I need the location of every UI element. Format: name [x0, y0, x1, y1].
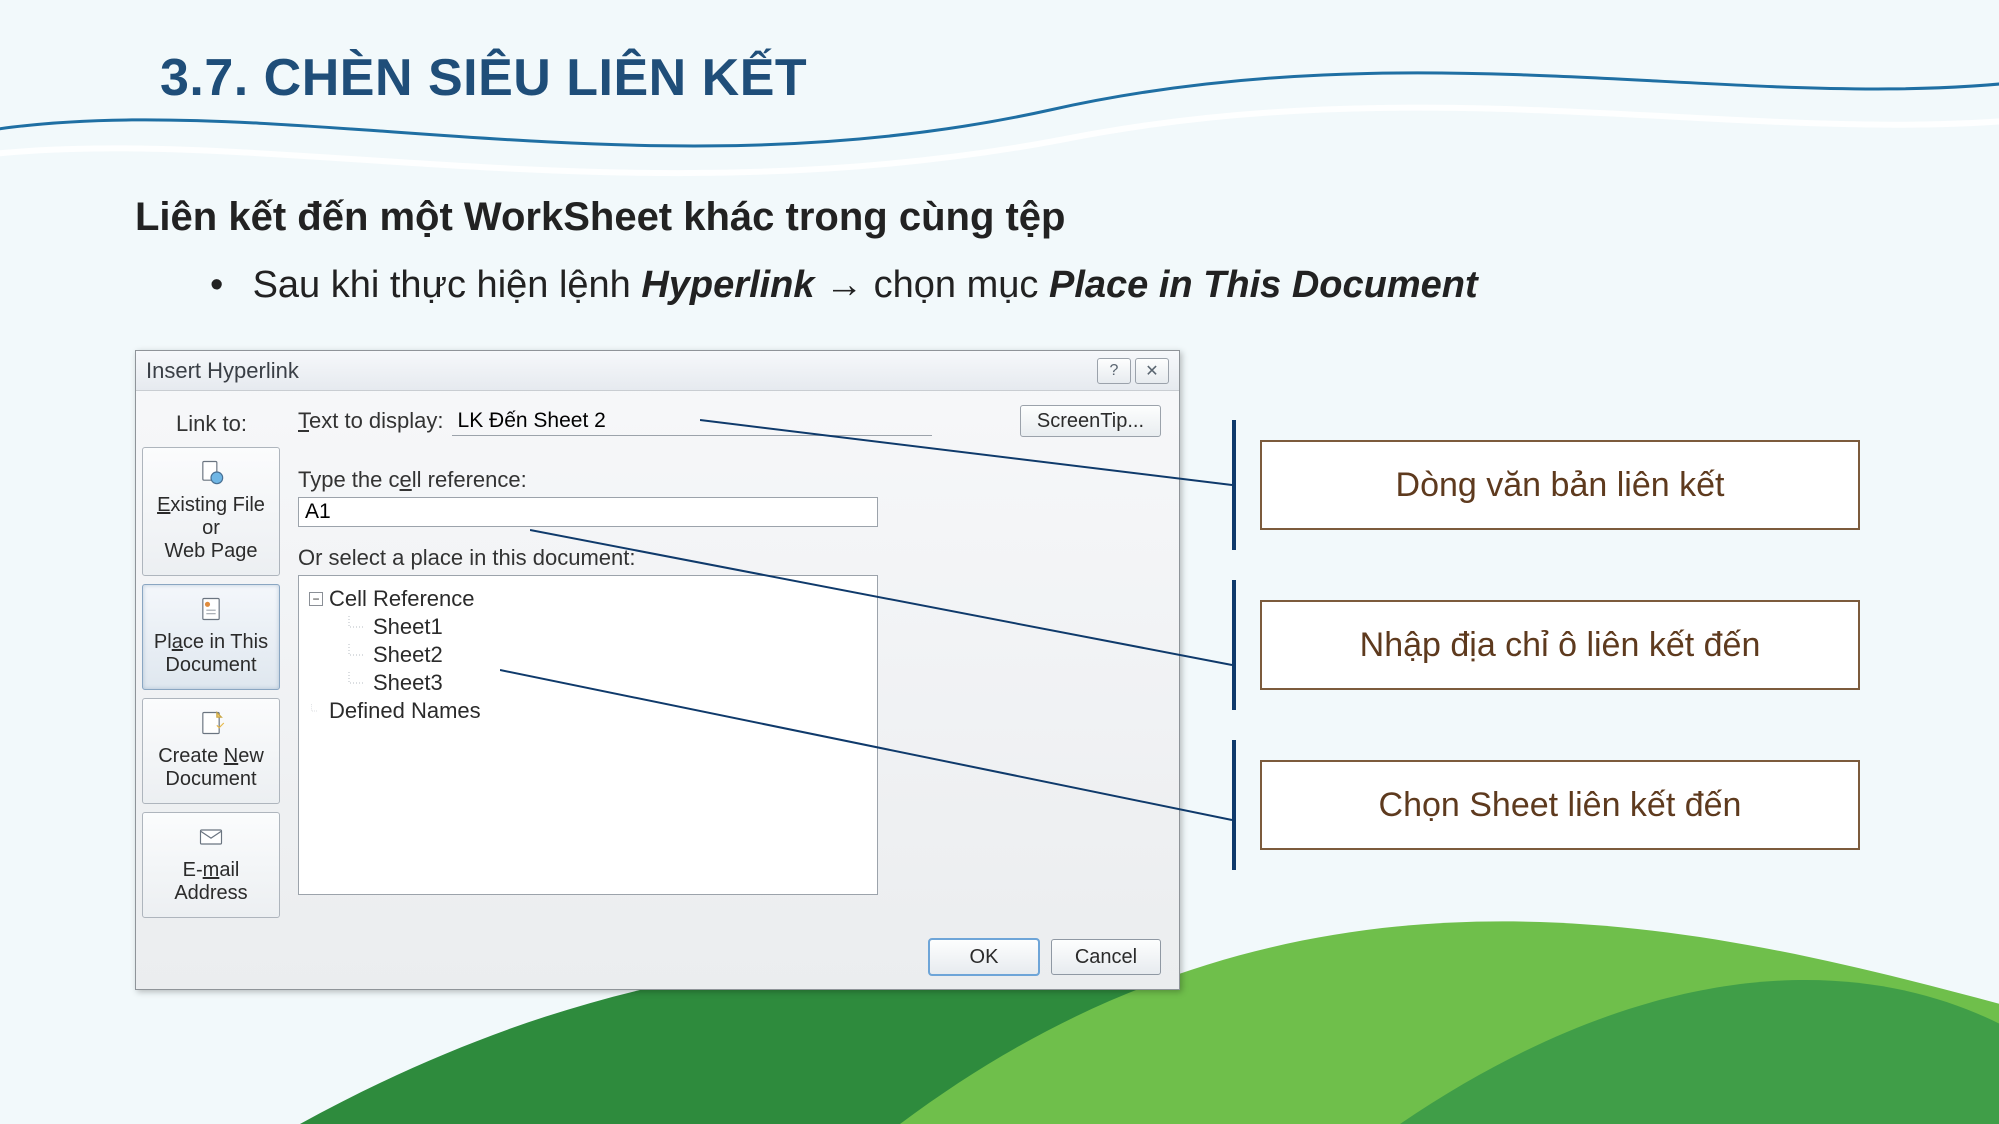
- callout-cell-reference: Nhập địa chỉ ô liên kết đến: [1260, 600, 1860, 690]
- document-target-icon: [197, 595, 225, 623]
- tree-cell-reference[interactable]: − Cell Reference: [305, 586, 871, 612]
- bullet-hyperlink-word: Hyperlink: [641, 264, 814, 306]
- callout-bar-1: [1232, 420, 1236, 550]
- new-document-icon: [197, 709, 225, 737]
- link-to-label: Link to:: [176, 411, 247, 437]
- place-in-this-document-button[interactable]: Place in This Document: [142, 584, 280, 690]
- tree-branch-icon: [345, 616, 367, 638]
- tree-sheet2[interactable]: Sheet2: [305, 642, 871, 668]
- cell-reference-label: Type the cell reference:: [298, 467, 1161, 493]
- text-to-display-label: Text to display:: [298, 408, 444, 434]
- collapse-icon[interactable]: −: [309, 592, 323, 606]
- ok-button[interactable]: OK: [929, 939, 1039, 975]
- bullet-text-1: Sau khi thực hiện lệnh: [253, 264, 642, 306]
- bullet-place-word: Place in This Document: [1049, 264, 1478, 306]
- slide-title: 3.7. CHÈN SIÊU LIÊN KẾT: [160, 48, 807, 108]
- callout-bar-2: [1232, 580, 1236, 710]
- callout-bar-3: [1232, 740, 1236, 870]
- tree-branch-icon: [309, 700, 323, 722]
- tree-sheet3[interactable]: Sheet3: [305, 670, 871, 696]
- create-new-document-button[interactable]: Create New Document: [142, 698, 280, 804]
- help-button[interactable]: ?: [1097, 358, 1131, 384]
- email-address-button[interactable]: E-mail Address: [142, 812, 280, 918]
- tree-defined-names[interactable]: Defined Names: [305, 698, 871, 724]
- envelope-icon: [197, 823, 225, 851]
- link-to-panel: EExisting File orxisting File or Web Pag…: [142, 447, 280, 926]
- cell-reference-input[interactable]: [298, 497, 878, 527]
- tree-branch-icon: [345, 672, 367, 694]
- globe-page-icon: [197, 458, 225, 486]
- select-place-label: Or select a place in this document:: [298, 545, 1161, 571]
- tree-branch-icon: [345, 644, 367, 666]
- bullet-arrow: →: [815, 264, 874, 306]
- dialog-titlebar: Insert Hyperlink ? ✕: [136, 351, 1179, 391]
- place-tree[interactable]: − Cell Reference Sheet1 Sheet2 Sheet3: [298, 575, 878, 895]
- existing-file-web-page-button[interactable]: EExisting File orxisting File or Web Pag…: [142, 447, 280, 576]
- tree-sheet1[interactable]: Sheet1: [305, 614, 871, 640]
- insert-hyperlink-dialog: Insert Hyperlink ? ✕ Link to: EExisting …: [135, 350, 1180, 990]
- callout-text-to-display: Dòng văn bản liên kết: [1260, 440, 1860, 530]
- callout-select-sheet: Chọn Sheet liên kết đến: [1260, 760, 1860, 850]
- close-button[interactable]: ✕: [1135, 358, 1169, 384]
- screentip-button[interactable]: ScreenTip...: [1020, 405, 1161, 437]
- slide-bullet: • Sau khi thực hiện lệnh Hyperlink → chọ…: [210, 260, 1478, 311]
- dialog-title: Insert Hyperlink: [146, 358, 299, 384]
- bullet-text-2: chọn mục: [874, 264, 1049, 306]
- slide-subheading: Liên kết đến một WorkSheet khác trong cù…: [135, 195, 1066, 240]
- text-to-display-input[interactable]: [452, 406, 932, 436]
- cancel-button[interactable]: Cancel: [1051, 939, 1161, 975]
